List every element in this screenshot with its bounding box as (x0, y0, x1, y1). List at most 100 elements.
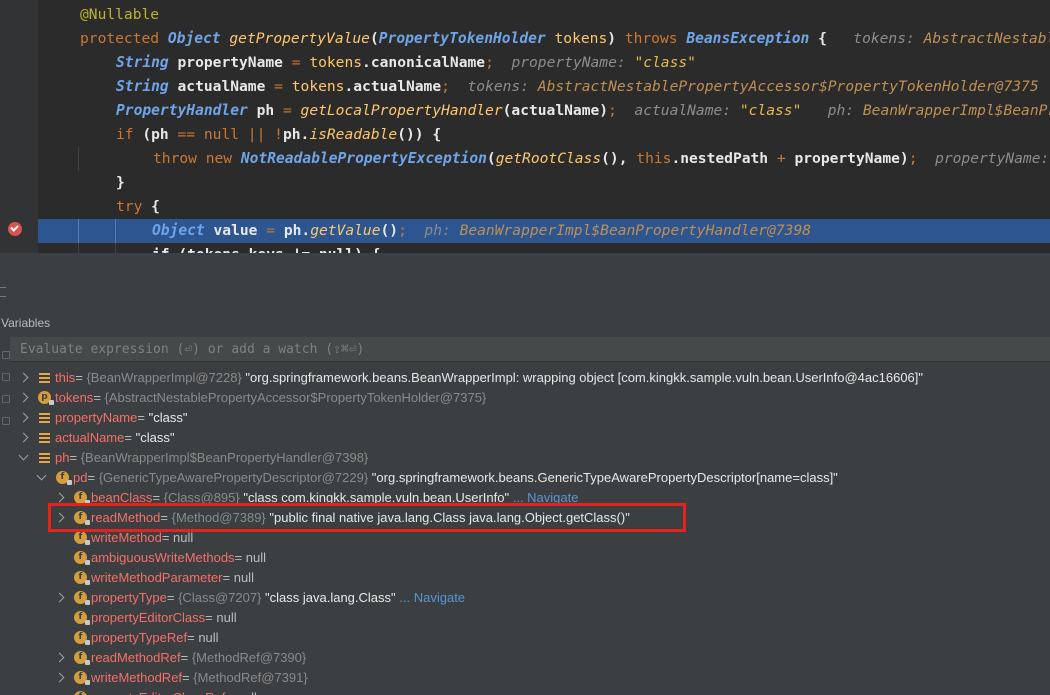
code-token: = (266, 222, 284, 239)
code-text: protected Object getPropertyValue(Proper… (80, 27, 1050, 51)
variable-value: = null (225, 688, 256, 695)
variable-name: this (55, 370, 76, 385)
variable-row-ph[interactable]: ph = {BeanWrapperImpl$BeanPropertyHandle… (10, 448, 1050, 468)
up-icon[interactable] (2, 395, 10, 403)
indent-guide (78, 147, 79, 171)
field-icon: f (74, 631, 90, 645)
chevron-right-icon[interactable] (18, 412, 29, 423)
variable-value: = {BeanWrapperImpl$BeanPropertyHandler@7… (69, 448, 368, 468)
variable-row-readMethodRef[interactable]: f readMethodRef = {MethodRef@7390} (10, 648, 1050, 668)
variable-row-ambiguousWriteMethods[interactable]: f ambiguousWriteMethods = null (10, 548, 1050, 568)
chevron-right-icon[interactable] (54, 592, 65, 603)
down-icon[interactable] (2, 417, 10, 425)
code-token: BeanWrapperImpl$BeanPropertyHandler@7398 (862, 102, 1050, 119)
variable-row-pd[interactable]: f pd = {GenericTypeAwarePropertyDescripto… (10, 468, 1050, 488)
variable-row-propertyName[interactable]: propertyName = "class" (10, 408, 1050, 428)
navigate-link[interactable]: ... Navigate (399, 590, 465, 605)
code-token: try (116, 198, 152, 215)
variable-type: {MethodRef@7390} (191, 650, 307, 665)
variable-value-text: "class" (135, 430, 175, 445)
equals-sign: = (137, 410, 149, 425)
chevron-down-icon[interactable] (36, 470, 47, 481)
code-line[interactable]: protected Object getPropertyValue(Proper… (38, 27, 1050, 51)
variable-value: = null (223, 568, 254, 588)
code-text: PropertyHandler ph = getLocalPropertyHan… (116, 99, 1050, 123)
code-token: ph (282, 126, 301, 143)
chevron-right-icon[interactable] (18, 432, 29, 443)
variable-value-text: "class java.lang.Class" (265, 590, 396, 605)
code-line[interactable]: @Nullable (38, 3, 1050, 27)
code-token: actualName (353, 78, 442, 95)
code-line[interactable]: } (38, 171, 1050, 195)
evaluate-expression-input[interactable] (10, 337, 1050, 361)
list-icon (38, 431, 51, 444)
code-token: nestedPath (680, 150, 777, 167)
annotation-highlight-box (48, 503, 686, 532)
chevron-right-icon[interactable] (18, 392, 29, 403)
chevron-right-icon[interactable] (18, 372, 29, 383)
equals-sign: = (87, 470, 99, 485)
code-line[interactable]: if (ph == null || !ph.isReadable()) { (38, 123, 1050, 147)
code-line[interactable]: PropertyHandler ph = getLocalPropertyHan… (38, 99, 1050, 123)
code-text: String propertyName = tokens.canonicalNa… (116, 51, 696, 75)
code-token: () (380, 222, 399, 239)
chevron-right-icon[interactable] (54, 492, 65, 503)
variable-row-propertyEditorClass[interactable]: f propertyEditorClass = null (10, 608, 1050, 628)
code-token: propertyName (177, 54, 292, 71)
code-token: value (213, 222, 267, 239)
breakpoint-icon[interactable] (8, 222, 22, 236)
variable-row-tokens[interactable]: p tokens = {AbstractNestablePropertyAcces… (10, 388, 1050, 408)
variable-name: propertyEditorClass (91, 610, 206, 625)
equals-sign: = (205, 610, 217, 625)
variable-row-propertyType[interactable]: f propertyType = {Class@7207} "class java… (10, 588, 1050, 608)
code-editor[interactable]: @Nullable protected Object getPropertyVal… (0, 0, 1050, 253)
add-icon[interactable] (2, 351, 10, 359)
editor-gutter[interactable] (0, 0, 38, 253)
code-token: { (818, 30, 854, 47)
current-execution-line[interactable]: Object value = ph.getValue(); ph: BeanWr… (38, 219, 1050, 243)
variable-name: tokens (55, 390, 94, 405)
code-token: "class" (739, 102, 802, 119)
variable-value: = {AbstractNestablePropertyAccessor$Prop… (93, 388, 486, 408)
code-line[interactable]: String propertyName = tokens.canonicalNa… (38, 51, 1050, 75)
field-icon: f (74, 591, 90, 605)
variable-type: {BeanWrapperImpl$BeanPropertyHandler@739… (80, 450, 369, 465)
variable-row-propertyTypeRef[interactable]: f propertyTypeRef = null (10, 628, 1050, 648)
code-line[interactable]: if (tokens.keys != null) { (38, 243, 1050, 253)
parameter-icon: p (38, 391, 54, 405)
chevron-down-icon[interactable] (18, 450, 29, 461)
variable-name: actualName (55, 430, 125, 445)
variable-row-writeMethodRef[interactable]: f writeMethodRef = {MethodRef@7391} (10, 668, 1050, 688)
code-token: AbstractNestablePropertyAccessor$Propert… (537, 78, 1039, 95)
variable-type: {MethodRef@7391} (193, 670, 308, 685)
code-text: throw new NotReadablePropertyException(g… (153, 147, 1050, 171)
chevron-right-icon[interactable] (54, 652, 65, 663)
variable-row-writeMethodParameter[interactable]: f writeMethodParameter = null (10, 568, 1050, 588)
code-token: . (300, 126, 310, 143)
code-text: } (116, 171, 125, 195)
code-token: actualName (177, 78, 275, 95)
code-line[interactable]: try { (38, 195, 1050, 219)
code-token: ph (256, 102, 283, 119)
drag-handle-icon[interactable] (0, 287, 6, 297)
code-token: isReadable (309, 126, 398, 143)
code-line[interactable]: String actualName = tokens.actualName; t… (38, 75, 1050, 99)
indent-guide (78, 243, 79, 253)
remove-icon[interactable] (2, 373, 10, 381)
code-token: if (tokens.keys != null) { (152, 246, 380, 253)
code-token: BeanWrapperImpl$BeanPropertyHandler@7398 (459, 222, 812, 239)
variable-row-propertyEditorClassRef[interactable]: f propertyEditorClassRef = null (10, 688, 1050, 695)
code-token: = (274, 78, 292, 95)
code-token: ; (441, 78, 468, 95)
code-token: (ph (142, 126, 178, 143)
variable-row-actualName[interactable]: actualName = "class" (10, 428, 1050, 448)
variable-row-this[interactable]: this = {BeanWrapperImpl@7228} "org.sprin… (10, 368, 1050, 388)
code-token: PropertyHandler (116, 102, 257, 119)
variable-value: = {GenericTypeAwarePropertyDescriptor@72… (87, 468, 837, 488)
variable-name: ambiguousWriteMethods (91, 550, 235, 565)
code-token: throws (624, 30, 687, 47)
variable-name: propertyName (55, 410, 138, 425)
code-token: Object (152, 222, 214, 239)
code-line[interactable]: throw new NotReadablePropertyException(g… (38, 147, 1050, 171)
chevron-right-icon[interactable] (54, 672, 65, 683)
